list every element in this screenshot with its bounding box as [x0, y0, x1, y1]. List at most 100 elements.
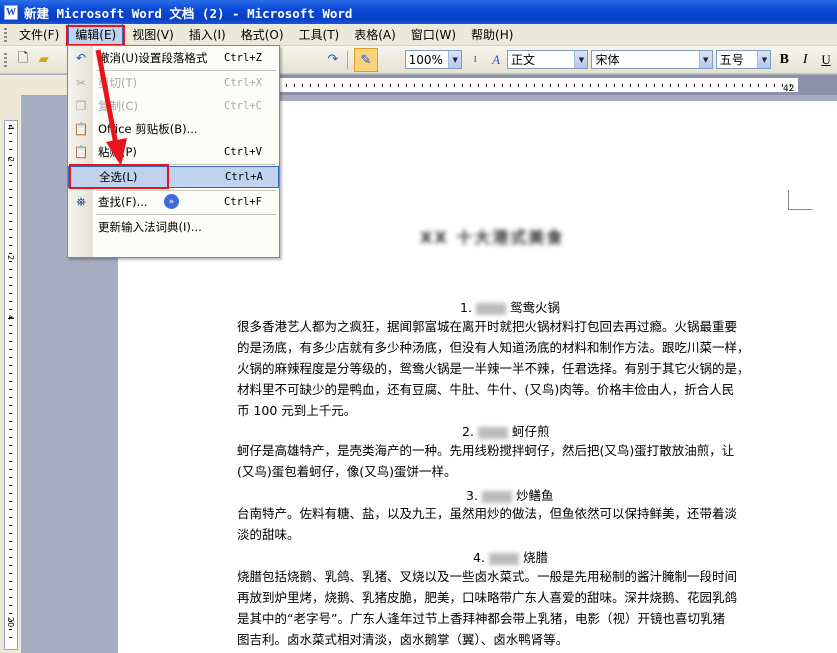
menu-item-label: 撤消(U)设置段落格式	[98, 51, 208, 65]
paragraph-line: (又鸟)蛋包着蚵仔，像(又鸟)蛋饼一样。	[237, 464, 457, 479]
paragraph-line: 的是汤底，有多少店就有多少种汤底，但没有人知道汤底的材料和制作方法。跟吃川菜一样…	[237, 340, 750, 355]
page-margin-corner	[788, 190, 812, 210]
menu-item-undo[interactable]: ↶ 撤消(U)设置段落格式 Ctrl+Z	[68, 47, 279, 69]
menu-item-label: 复制(C)	[98, 99, 139, 113]
heading-number: 3.	[466, 488, 478, 503]
edit-menu-dropdown: ↶ 撤消(U)设置段落格式 Ctrl+Z ✂ 剪切(T) Ctrl+X ❐ 复制…	[67, 45, 280, 258]
menu-separator	[96, 214, 276, 215]
styles-pane-icon[interactable]: A	[486, 50, 506, 70]
vertical-ruler-ticks	[9, 125, 12, 645]
section-heading: 3. 炒鳝鱼	[466, 485, 553, 504]
menu-separator	[96, 70, 276, 71]
paragraph-line: 材料里不可缺少的是鸭血，还有豆腐、牛肚、牛什、(又鸟)肉等。价格丰俭由人，折合人…	[237, 382, 735, 397]
font-size-value: 五号	[719, 53, 744, 67]
paragraph-line: 烧腊包括烧鹅、乳鸽、乳猪、叉烧以及一些卤水菜式。一般是先用秘制的酱汁腌制一段时间	[237, 569, 738, 584]
menu-item-shortcut: Ctrl+F	[224, 196, 262, 208]
heading-text: 炒鳝鱼	[515, 488, 554, 503]
menu-item-cut[interactable]: ✂ 剪切(T) Ctrl+X	[68, 72, 279, 94]
active-toolbar-button[interactable]: ✎	[354, 48, 378, 72]
title-bar: W 新建 Microsoft Word 文档 (2) - Microsoft W…	[0, 0, 837, 24]
zoom-select[interactable]: 100% ▼	[404, 50, 463, 69]
menu-item-copy[interactable]: ❐ 复制(C) Ctrl+C	[68, 95, 279, 117]
italic-button[interactable]: I	[795, 50, 815, 70]
blurred-text	[477, 426, 508, 439]
ruler-number: 42	[783, 84, 795, 94]
ruler-number: 20	[6, 617, 15, 628]
ruler-number: 4	[6, 315, 15, 321]
menu-item-shortcut: Ctrl+X	[224, 77, 262, 89]
ruler-number: 2	[6, 157, 15, 163]
select-all-annotation-box	[69, 164, 169, 189]
menubar-grip-icon[interactable]	[4, 27, 7, 42]
word-app-icon[interactable]: W	[4, 4, 18, 20]
chevron-down-icon[interactable]: ▼	[574, 51, 588, 68]
font-value: 宋体	[595, 53, 620, 67]
paragraph-line: 是其中的“老字号”。广东人逢年过节上香拜神都会带上乳猪，电影（视）开镜也喜切乳猪	[237, 611, 725, 626]
style-value: 正文	[510, 53, 535, 67]
cut-icon: ✂	[75, 76, 87, 90]
menu-view[interactable]: 视图(V)	[126, 24, 180, 45]
undo-icon: ↶	[75, 51, 87, 65]
vertical-ruler[interactable]: 4 2 2 4 20	[0, 95, 22, 653]
paste-icon: 📋	[73, 145, 89, 159]
paragraph-line: 蚵仔是高雄特产，是壳类海产的一种。先用线粉搅拌蚵仔，然后把(又鸟)蛋打散放油煎，…	[237, 443, 735, 458]
section-paragraph: 蚵仔是高雄特产，是壳类海产的一种。先用线粉搅拌蚵仔，然后把(又鸟)蛋打散放油煎，…	[237, 440, 792, 482]
menu-window[interactable]: 窗口(W)	[405, 24, 462, 45]
menu-help[interactable]: 帮助(H)	[465, 24, 519, 45]
menu-tools[interactable]: 工具(T)	[293, 24, 346, 45]
section-heading: 4. 烧腊	[473, 547, 548, 566]
open-folder-icon[interactable]: ▰	[34, 50, 54, 70]
menu-table[interactable]: 表格(A)	[348, 24, 402, 45]
menu-item-update-ime-dictionary[interactable]: 更新输入法词典(I)...	[68, 216, 279, 238]
toolbar-separator	[346, 50, 348, 69]
toolbar-grip-icon[interactable]	[4, 52, 7, 67]
chevron-down-icon[interactable]: ▼	[448, 51, 462, 68]
menu-item-paste[interactable]: 📋 粘贴(P) Ctrl+V	[68, 141, 279, 163]
menu-file[interactable]: 文件(F)	[13, 24, 65, 45]
zoom-value: 100%	[408, 52, 443, 67]
blurred-text	[475, 302, 506, 315]
font-size-select[interactable]: 五号 ▼	[715, 50, 772, 69]
heading-number: 4.	[473, 550, 485, 565]
style-select[interactable]: 正文 ▼	[506, 50, 589, 69]
menu-bar: 文件(F) 编辑(E) 视图(V) 插入(I) 格式(O) 工具(T) 表格(A…	[0, 23, 837, 46]
redo-icon[interactable]: ↷	[323, 50, 343, 70]
section-paragraph: 很多香港艺人都为之疯狂，据闻郭富城在离开时就把火锅材料打包回去再过瘾。火锅最重要…	[237, 316, 792, 421]
section-heading: 1. 鸳鸯火锅	[460, 297, 560, 316]
menu-item-office-clipboard[interactable]: 📋 Office 剪贴板(B)...	[68, 118, 279, 140]
heading-number: 2.	[462, 424, 474, 439]
clipboard-icon: 📋	[73, 122, 89, 136]
menu-item-shortcut: Ctrl+C	[224, 100, 262, 112]
copy-icon: ❐	[75, 99, 87, 113]
expand-menu-icon[interactable]: »	[164, 194, 179, 209]
document-title: XX 十大港式美食	[420, 228, 565, 247]
paragraph-line: 图吉利。卤水菜式相对清淡，卤水鹅掌（翼）、卤水鸭肾等。	[237, 632, 569, 647]
menu-item-label: 查找(F)...	[98, 195, 148, 209]
paragraph-line: 再放到炉里烤，烧鹅、乳猪皮脆，肥美，口味略带广东人喜爱的甜味。深井烧鹅、花园乳鸽	[237, 590, 738, 605]
menu-item-shortcut: Ctrl+V	[224, 146, 262, 158]
blurred-text	[481, 490, 512, 503]
section-heading: 2. 蚵仔煎	[462, 421, 549, 440]
bold-button[interactable]: B	[774, 50, 794, 70]
section-paragraph: 烧腊包括烧鹅、乳鸽、乳猪、叉烧以及一些卤水菜式。一般是先用秘制的酱汁腌制一段时间…	[237, 566, 792, 650]
underline-icon[interactable]: U	[816, 50, 836, 70]
menu-item-shortcut: Ctrl+A	[225, 171, 263, 183]
menu-format[interactable]: 格式(O)	[235, 24, 290, 45]
new-document-icon[interactable]: 🗋	[13, 50, 33, 70]
menu-insert[interactable]: 插入(I)	[183, 24, 232, 45]
paragraph-line: 淡的甜味。	[237, 527, 300, 542]
paragraph-line: 币 100 元到上千元。	[237, 403, 357, 418]
toolbar-options-icon[interactable]: ⁞	[465, 50, 485, 70]
menu-item-label: 更新输入法词典(I)...	[98, 220, 202, 234]
chevron-down-icon[interactable]: ▼	[698, 51, 712, 68]
menu-item-label: 剪切(T)	[98, 76, 137, 90]
edit-menu-annotation-box	[66, 25, 125, 46]
paragraph-line: 火锅的麻辣程度是分等级的，鸳鸯火锅是一半辣一半不辣，任君选择。有别于其它火锅的是…	[237, 361, 750, 376]
ruler-number: 4	[6, 125, 15, 131]
chevron-down-icon[interactable]: ▼	[757, 51, 771, 68]
paragraph-line: 很多香港艺人都为之疯狂，据闻郭富城在离开时就把火锅材料打包回去再过瘾。火锅最重要	[237, 319, 738, 334]
binoculars-icon: ⛯	[76, 194, 86, 209]
font-select[interactable]: 宋体 ▼	[591, 50, 713, 69]
menu-item-shortcut: Ctrl+Z	[224, 52, 262, 64]
section-paragraph: 台南特产。佐料有糖、盐，以及九王，虽然用炒的做法，但鱼依然可以保持鲜美，还带着淡…	[237, 503, 792, 545]
